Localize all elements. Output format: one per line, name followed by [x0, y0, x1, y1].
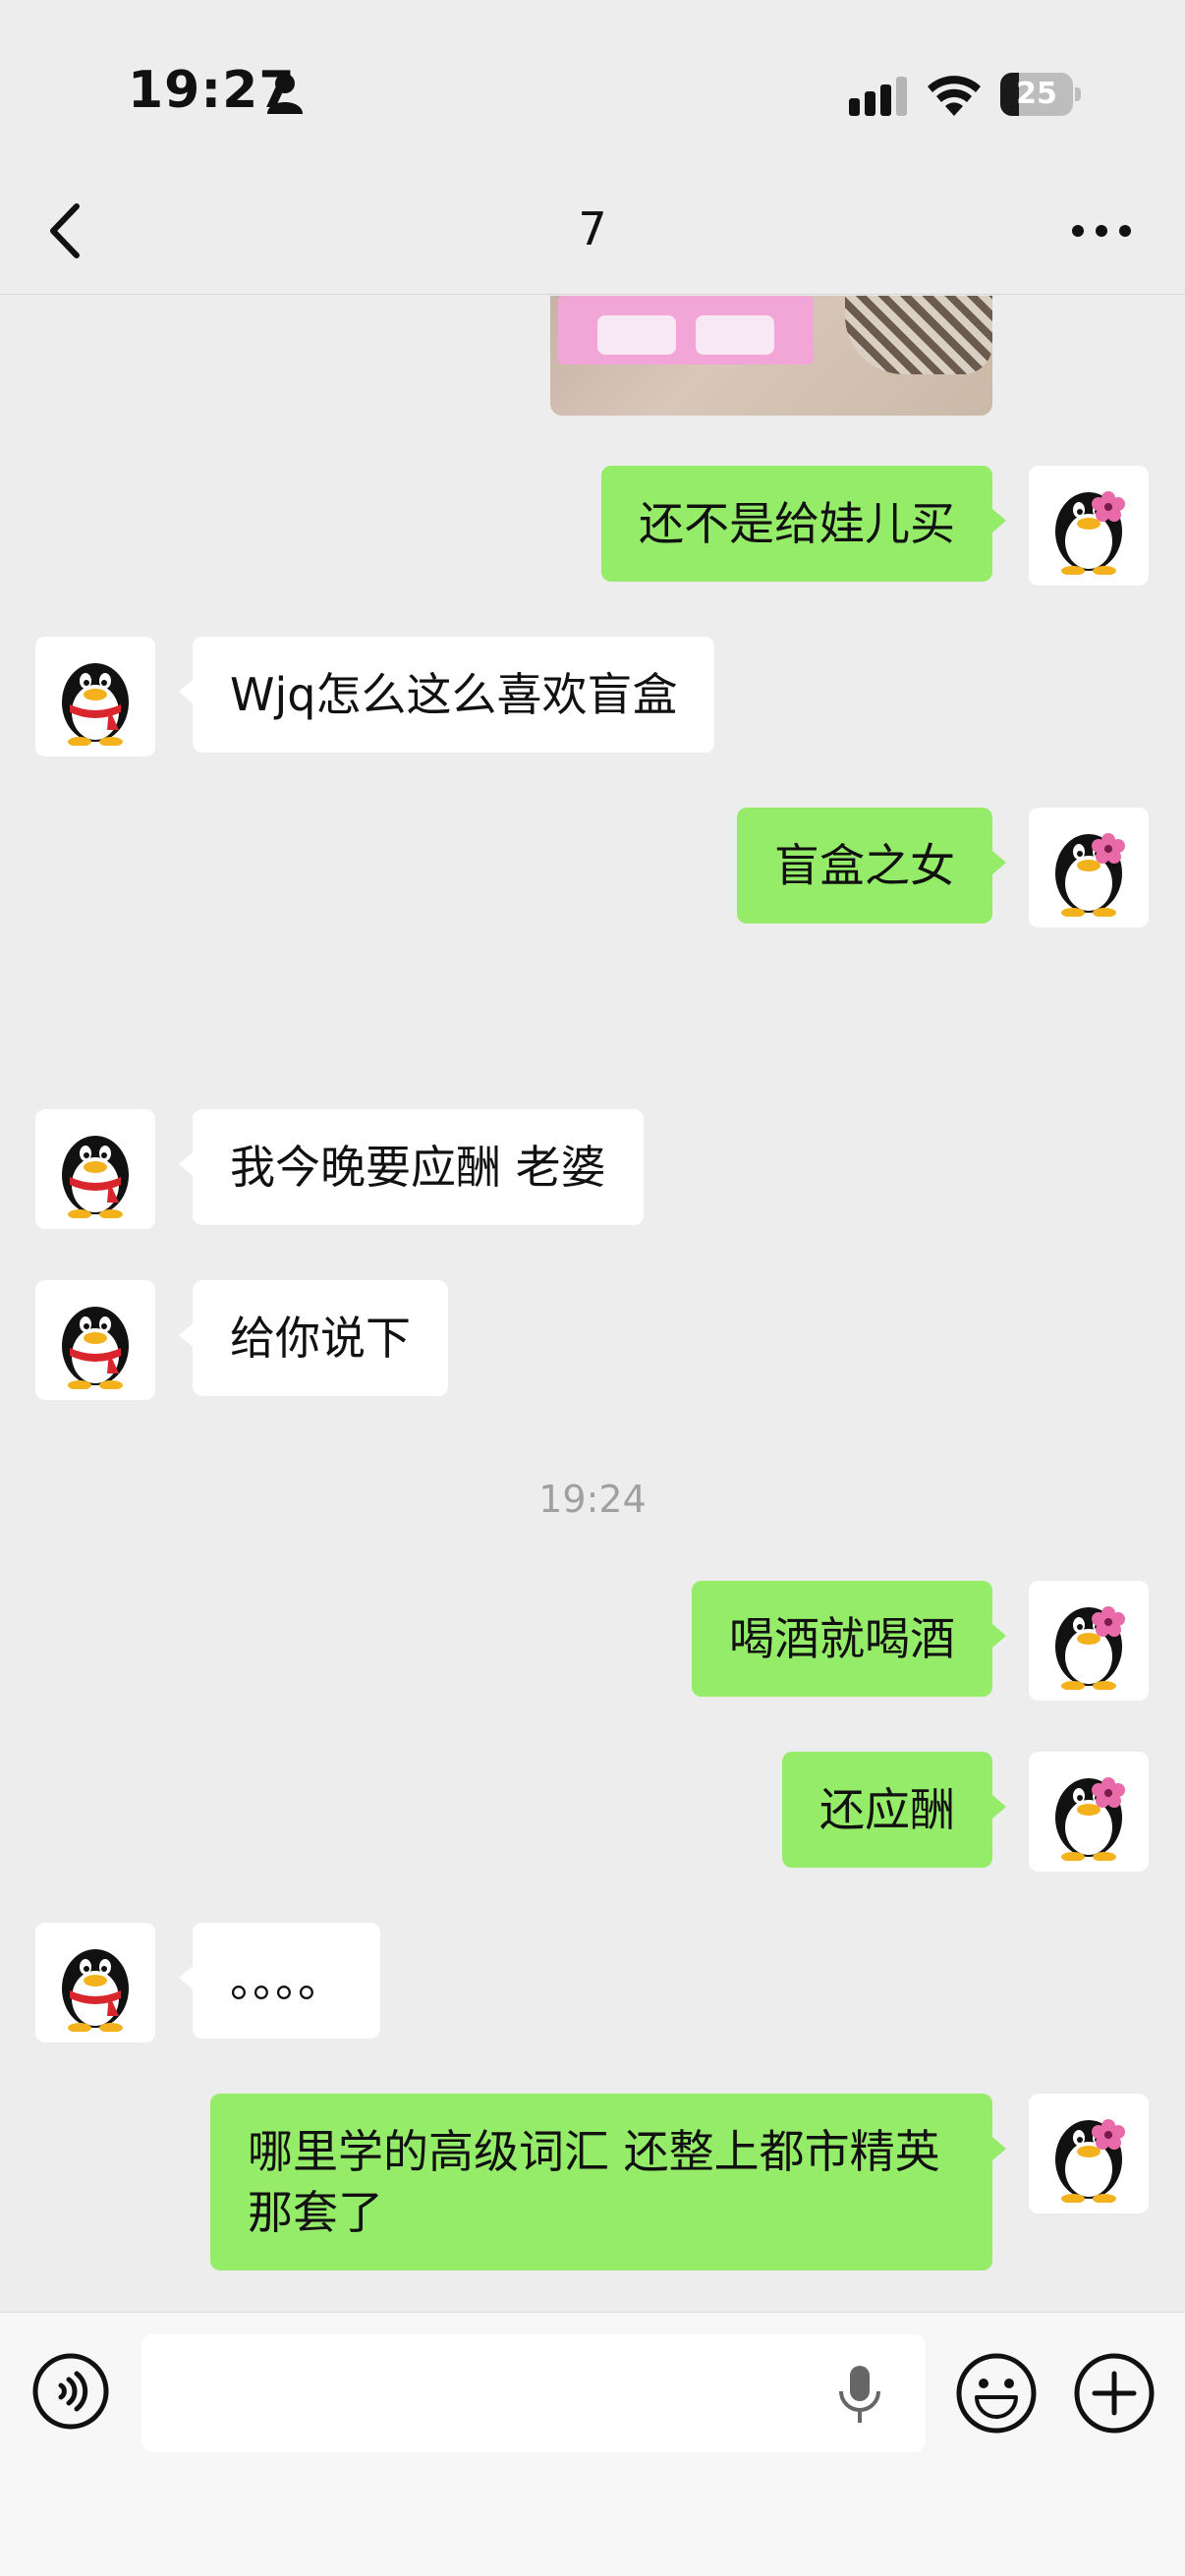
incoming-message[interactable]: 我今晚要应酬 老婆: [179, 1109, 644, 1225]
wifi-icon: [928, 76, 981, 116]
message-input[interactable]: [141, 2334, 926, 2452]
emoji-icon[interactable]: [955, 2352, 1038, 2435]
chat-header: 7: [0, 167, 1185, 295]
my-avatar[interactable]: [1029, 1752, 1149, 1872]
image-message[interactable]: [550, 296, 992, 416]
outgoing-message[interactable]: 喝酒就喝酒: [692, 1581, 1006, 1697]
contact-avatar[interactable]: [35, 1280, 155, 1400]
message-timestamp: 19:24: [538, 1478, 647, 1521]
outgoing-message[interactable]: 盲盒之女: [737, 808, 1006, 924]
my-avatar[interactable]: [1029, 1581, 1149, 1701]
my-avatar[interactable]: [1029, 2094, 1149, 2213]
voice-icon[interactable]: [31, 2352, 110, 2431]
message-list[interactable]: 还不是给娃儿买 Wjq怎么这么喜欢盲盒 盲盒之女 我今晚要应酬 老婆 给你说下 …: [0, 296, 1185, 2312]
my-avatar[interactable]: [1029, 808, 1149, 927]
contact-avatar[interactable]: [35, 1923, 155, 2043]
outgoing-message[interactable]: 哪里学的高级词汇 还整上都市精英那套了: [210, 2094, 1006, 2270]
plus-icon[interactable]: [1073, 2352, 1156, 2435]
contact-avatar[interactable]: [35, 637, 155, 756]
incoming-message[interactable]: 。。。。: [179, 1923, 380, 2039]
incoming-message[interactable]: 给你说下: [179, 1280, 448, 1396]
incoming-message[interactable]: Wjq怎么这么喜欢盲盒: [178, 637, 715, 753]
mic-icon[interactable]: [835, 2364, 884, 2427]
battery-level: 25: [1016, 77, 1057, 111]
signal-icon: [849, 77, 907, 116]
battery-icon: 25: [1000, 73, 1081, 116]
contact-avatar[interactable]: [35, 1109, 155, 1229]
input-bar: [0, 2312, 1185, 2576]
outgoing-message[interactable]: 还应酬: [782, 1752, 1006, 1868]
my-avatar[interactable]: [1029, 466, 1149, 586]
chat-title: 7: [578, 202, 607, 255]
more-dots-icon[interactable]: [1069, 206, 1134, 255]
status-bar: 19:27 25: [0, 0, 1185, 167]
outgoing-message[interactable]: 还不是给娃儿买: [601, 466, 1006, 582]
person-icon: [267, 74, 303, 114]
